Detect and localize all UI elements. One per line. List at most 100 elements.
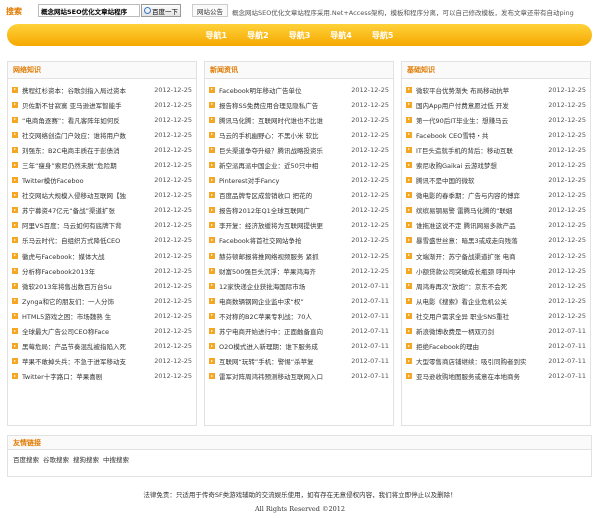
article-title-link[interactable]: 新浪微博收费是一柄双刃剑 <box>416 326 545 336</box>
article-title-link[interactable]: 社交用户需求全异 职业SNS重社 <box>416 311 545 321</box>
article-title-link[interactable]: 百度品牌专区成营销收口 把花的 <box>219 190 348 200</box>
article-title-link[interactable]: 微软2013年将售出数百万台Su <box>22 281 151 291</box>
article-title-link[interactable]: Twitter模仿Faceboo <box>22 175 151 185</box>
article-title-link[interactable]: 报告称SS免费应用合理见隐私广告 <box>219 100 348 110</box>
list-item[interactable]: 索尼收购Gaikai 云游戏梦想 2012-12-25 <box>406 157 586 172</box>
list-item[interactable]: 不对称的B2C苹果专利战：70人 2012-07-11 <box>209 308 389 323</box>
list-item[interactable]: 报告称2012年Q1全球互联网广 2012-12-25 <box>209 203 389 218</box>
article-title-link[interactable]: IT巨头造就手机的背后：移动互联 <box>416 145 545 155</box>
article-title-link[interactable]: 苏宁电商开始进行中：正面触备直向 <box>219 326 348 336</box>
article-title-link[interactable]: 微软平台优势渐失 布局移动抗苹 <box>416 85 545 95</box>
list-item[interactable]: Zynga和它的朋友们：一人分饰 2012-12-25 <box>12 293 192 308</box>
article-title-link[interactable]: 徽虎与Facebook：媒体大战 <box>22 251 151 261</box>
article-title-link[interactable]: 文端渐开：苏宁备战渠道扩张 电商 <box>416 251 545 261</box>
list-item[interactable]: 阿里VS百度：马云如何有底牌下背 2012-12-25 <box>12 218 192 233</box>
list-item[interactable]: Twitter十字路口：苹果喜剧 2012-12-25 <box>12 369 192 384</box>
list-item[interactable]: 赫芬顿邮报将推网络视频服务 紧抓 2012-12-25 <box>209 248 389 263</box>
article-title-link[interactable]: 不对称的B2C苹果专利战：70人 <box>219 311 348 321</box>
list-item[interactable]: O2O模式进入新理期：谁下服务成 2012-07-11 <box>209 339 389 354</box>
article-title-link[interactable]: 赫芬顿邮报将推网络视频服务 紧抓 <box>219 251 348 261</box>
list-item[interactable]: 巨头渠道争夺升级？腾讯战略投资乐 2012-12-25 <box>209 142 389 157</box>
article-title-link[interactable]: 三年“瘦身”索尼仍然未脱“危险期 <box>22 160 151 170</box>
article-title-link[interactable]: 报告称2012年Q1全球互联网广 <box>219 205 348 215</box>
list-item[interactable]: 谁拖准这说不定 腾讯网易多款产品 2012-12-25 <box>406 218 586 233</box>
nav-item-4[interactable]: 导航4 <box>330 30 352 41</box>
list-item[interactable]: Facebook明年移动广告单位 2012-12-25 <box>209 82 389 97</box>
article-title-link[interactable]: 黑莓危局：产品节奏混乱被指陷入死 <box>22 341 151 351</box>
list-item[interactable]: 国内App用户付费意愿过低 开发 2012-12-25 <box>406 97 586 112</box>
list-item[interactable]: 苹果不敢掉头兵：不急于进军移动支 2012-12-25 <box>12 354 192 369</box>
nav-item-5[interactable]: 导航5 <box>372 30 394 41</box>
article-title-link[interactable]: 刘强东：B2C电商丰质在于彭债消 <box>22 145 151 155</box>
article-title-link[interactable]: Pinterest对手Fancy <box>219 175 348 185</box>
list-item[interactable]: 缤缤易钢易警 雷腾马化腾的“联姻 2012-12-25 <box>406 203 586 218</box>
list-item[interactable]: 分析称Facebook2013年 2012-12-25 <box>12 263 192 278</box>
article-title-link[interactable]: 电商数辆钢网企业监中求“权” <box>219 296 348 306</box>
list-item[interactable]: 腾讯不是中国的微软 2012-12-25 <box>406 173 586 188</box>
list-item[interactable]: 黑莓危局：产品节奏混乱被指陷入死 2012-12-25 <box>12 339 192 354</box>
list-item[interactable]: 腾讯马化腾：互联网时代谁也不比谁 2012-12-25 <box>209 112 389 127</box>
article-title-link[interactable]: 12家快递企业获批海国际市场 <box>219 281 348 291</box>
list-item[interactable]: IT巨头造就手机的背后：移动互联 2012-12-25 <box>406 142 586 157</box>
list-item[interactable]: HTML5游戏之困：市场魏熟 生 2012-12-25 <box>12 308 192 323</box>
list-item[interactable]: 马云的手机幽野心：不黑小米 软比 2012-12-25 <box>209 127 389 142</box>
list-item[interactable]: 大型零售商店铺继续：吸引同购者到实 2012-07-11 <box>406 354 586 369</box>
list-item[interactable]: 第一代90后IT毕业生：想赚马云 2012-12-25 <box>406 112 586 127</box>
article-title-link[interactable]: 社交网络创造门户效应：谁将用户数 <box>22 130 151 140</box>
list-item[interactable]: 全球最大广告公司CEO称Face 2012-12-25 <box>12 324 192 339</box>
list-item[interactable]: 亚马逊收购地图服务或意在本地商务 2012-07-11 <box>406 369 586 384</box>
article-title-link[interactable]: 苏宁募资47亿元“备战”渠道扩张 <box>22 205 151 215</box>
article-title-link[interactable]: Facebook CEO雪特・共 <box>416 130 545 140</box>
article-title-link[interactable]: 财富500强巨头沉浮：苹果鸿海齐 <box>219 266 348 276</box>
list-item[interactable]: 社交用户需求全异 职业SNS重社 2012-12-25 <box>406 308 586 323</box>
article-title-link[interactable]: 索尼收购Gaikai 云游戏梦想 <box>416 160 545 170</box>
article-title-link[interactable]: 贝佐斯不甘寂寞 亚马逊进军智能手 <box>22 100 151 110</box>
article-title-link[interactable]: Zynga和它的朋友们：一人分饰 <box>22 296 151 306</box>
nav-item-1[interactable]: 导航1 <box>206 30 228 41</box>
article-title-link[interactable]: 小额贷款公司突破成长瓶颈 呼叫中 <box>416 266 545 276</box>
article-title-link[interactable]: 周鸿寿再次“放炮”：京东不会死 <box>416 281 545 291</box>
notice-marquee[interactable]: 概念网站SEO优化文章站程序采用.Net+Access架构，模板和程序分离，可以… <box>232 7 598 17</box>
article-title-link[interactable]: 亚马逊收购地图服务或意在本地商务 <box>416 371 545 381</box>
article-title-link[interactable]: 第一代90后IT毕业生：想赚马云 <box>416 115 545 125</box>
article-title-link[interactable]: Facebook明年移动广告单位 <box>219 85 348 95</box>
article-title-link[interactable]: 腾讯马化腾：互联网时代谁也不比谁 <box>219 115 348 125</box>
article-title-link[interactable]: 缤缤易钢易警 雷腾马化腾的“联姻 <box>416 205 545 215</box>
nav-item-2[interactable]: 导航2 <box>247 30 269 41</box>
list-item[interactable]: 乐马云时代：自组织方式降低CEO 2012-12-25 <box>12 233 192 248</box>
list-item[interactable]: 文端渐开：苏宁备战渠道扩张 电商 2012-12-25 <box>406 248 586 263</box>
article-title-link[interactable]: 大型零售商店铺继续：吸引同购者到实 <box>416 356 545 366</box>
list-item[interactable]: 电商数辆钢网企业监中求“权” 2012-07-11 <box>209 293 389 308</box>
article-title-link[interactable]: 分析称Facebook2013年 <box>22 266 151 276</box>
list-item[interactable]: 报告称SS免费应用合理见隐私广告 2012-12-25 <box>209 97 389 112</box>
article-title-link[interactable]: “电商角逐赛”：看凡客阵年如何反 <box>22 115 151 125</box>
article-title-link[interactable]: 从电影《搜索》看企业危机公关 <box>416 296 545 306</box>
friend-link[interactable]: 百度搜索 <box>13 454 39 464</box>
article-title-link[interactable]: 巨头渠道争夺升级？腾讯战略投资乐 <box>219 145 348 155</box>
list-item[interactable]: Pinterest对手Fancy 2012-12-25 <box>209 173 389 188</box>
list-item[interactable]: 微软平台优势渐失 布局移动抗苹 2012-12-25 <box>406 82 586 97</box>
list-item[interactable]: 暴雪盛世丝意：暗黑3或成走向残落 2012-12-25 <box>406 233 586 248</box>
article-title-link[interactable]: 微电影的春季期：广告与内容的博弈 <box>416 190 545 200</box>
list-item[interactable]: 三年“瘦身”索尼仍然未脱“危险期 2012-12-25 <box>12 157 192 172</box>
list-item[interactable]: Twitter模仿Faceboo 2012-12-25 <box>12 173 192 188</box>
list-item[interactable]: 财富500强巨头沉浮：苹果鸿海齐 2012-12-25 <box>209 263 389 278</box>
list-item[interactable]: 携程红杉资本：谷歌剑指入局过资本 2012-12-25 <box>12 82 192 97</box>
list-item[interactable]: 刘强东：B2C电商丰质在于彭债消 2012-12-25 <box>12 142 192 157</box>
article-title-link[interactable]: 互联网“玩转”手机：警惕“杀苹复 <box>219 356 348 366</box>
article-title-link[interactable]: 携程红杉资本：谷歌剑指入局过资本 <box>22 85 151 95</box>
friend-link[interactable]: 中搜搜索 <box>103 454 129 464</box>
article-title-link[interactable]: O2O模式进入新理期：谁下服务成 <box>219 341 348 351</box>
nav-item-3[interactable]: 导航3 <box>289 30 311 41</box>
article-title-link[interactable]: Facebook将首社交网站争抢 <box>219 235 348 245</box>
article-title-link[interactable]: 苹果不敢掉头兵：不急于进军移动支 <box>22 356 151 366</box>
article-title-link[interactable]: HTML5游戏之困：市场魏熟 生 <box>22 311 151 321</box>
article-title-link[interactable]: 腾讯不是中国的微软 <box>416 175 545 185</box>
list-item[interactable]: “电商角逐赛”：看凡客阵年如何反 2012-12-25 <box>12 112 192 127</box>
article-title-link[interactable]: Twitter十字路口：苹果喜剧 <box>22 371 151 381</box>
list-item[interactable]: 微软2013年将售出数百万台Su 2012-12-25 <box>12 278 192 293</box>
article-title-link[interactable]: 马云的手机幽野心：不黑小米 软比 <box>219 130 348 140</box>
list-item[interactable]: 小额贷款公司突破成长瓶颈 呼叫中 2012-12-25 <box>406 263 586 278</box>
list-item[interactable]: Facebook CEO雪特・共 2012-12-25 <box>406 127 586 142</box>
baidu-search-button[interactable]: 百度一下 <box>141 4 181 17</box>
